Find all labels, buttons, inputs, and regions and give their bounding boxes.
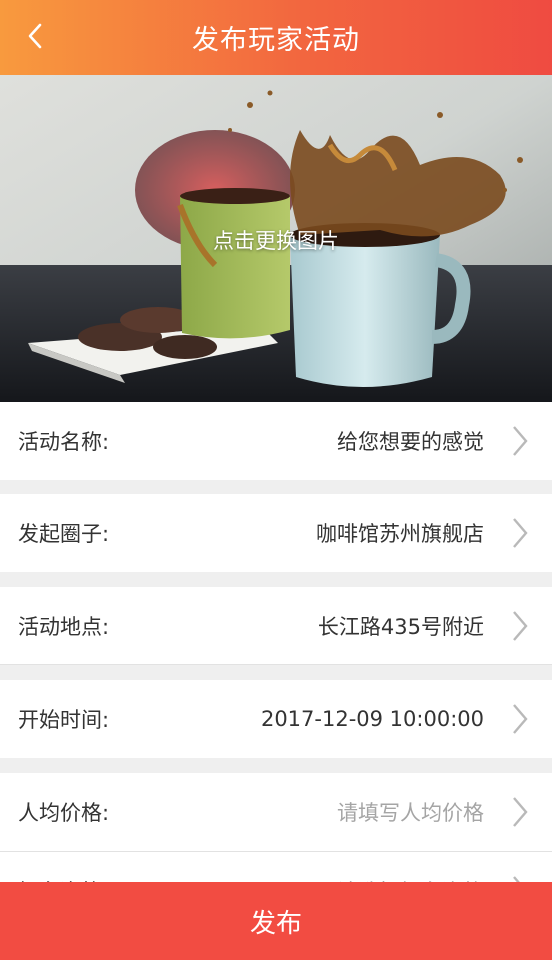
field-label: 活动地点:: [18, 615, 110, 639]
back-button[interactable]: [14, 14, 58, 58]
divider: [0, 664, 552, 665]
chevron-right-icon: [513, 797, 528, 827]
field-label: 活动名称:: [18, 430, 110, 454]
page-title: 发布玩家活动: [192, 25, 360, 56]
field-label: 发起圈子:: [18, 522, 110, 546]
chevron-right-icon: [513, 426, 528, 456]
field-label: 人均价格:: [18, 801, 110, 825]
top-bar: 发布玩家活动: [0, 0, 552, 75]
chevron-right-icon: [513, 611, 528, 641]
field-value: 给您想要的感觉: [337, 430, 484, 454]
chevron-left-icon: [28, 23, 42, 49]
field-start-time[interactable]: 开始时间: 2017-12-09 10:00:00: [0, 680, 552, 758]
field-value: 咖啡馆苏州旗舰店: [316, 522, 484, 546]
field-price-per-person[interactable]: 人均价格: 请填写人均价格: [0, 773, 552, 851]
chevron-right-icon: [513, 518, 528, 548]
field-value: 2017-12-09 10:00:00: [260, 707, 484, 731]
change-cover-caption: 点击更换图片: [213, 229, 339, 253]
field-location[interactable]: 活动地点: 长江路435号附近: [0, 587, 552, 665]
field-circle[interactable]: 发起圈子: 咖啡馆苏州旗舰店: [0, 494, 552, 572]
field-placeholder: 请填写人均价格: [337, 801, 484, 825]
field-activity-name[interactable]: 活动名称: 给您想要的感觉: [0, 402, 552, 480]
publish-button[interactable]: 发布: [0, 882, 552, 960]
field-value: 长江路435号附近: [317, 615, 484, 639]
cover-image[interactable]: 点击更换图片: [0, 75, 552, 402]
field-label: 开始时间:: [18, 708, 110, 732]
chevron-right-icon: [513, 704, 528, 734]
